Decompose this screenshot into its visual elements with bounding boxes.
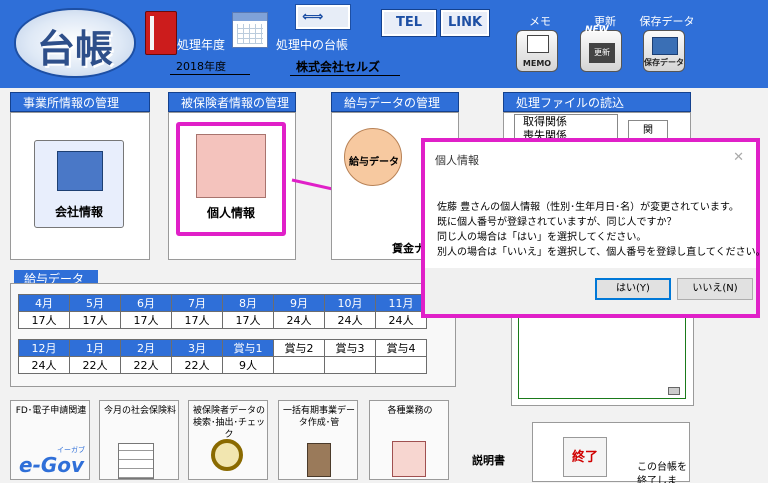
month-cell[interactable]: 2月 <box>120 339 172 357</box>
dialog-message-line: 既に個人番号が登録されていますが、同じ人ですか？ <box>437 217 677 228</box>
memo-label: メモ <box>529 15 551 28</box>
fiscal-year-value: 2018年度 <box>170 58 250 75</box>
switch-ledger-icon[interactable]: ⇐⇒ <box>295 4 351 30</box>
magnifier-icon <box>211 439 243 471</box>
month-cell[interactable]: 賞与3 <box>324 339 376 357</box>
current-ledger-value: 株式会社セルズ <box>290 58 400 76</box>
update-icon[interactable]: NEW 更新 <box>580 25 622 72</box>
count-cell <box>375 356 427 374</box>
tel-button[interactable]: TEL <box>381 9 437 37</box>
save-data-icon[interactable]: 保存データ <box>643 30 685 72</box>
month-cell[interactable]: 7月 <box>171 294 223 312</box>
month-cell[interactable]: 9月 <box>273 294 325 312</box>
current-ledger-label: 処理中の台帳 <box>276 38 349 52</box>
search-extract-check-button[interactable]: 被保険者データの検索･抽出･チェック <box>188 400 268 480</box>
count-cell: 17人 <box>69 311 121 329</box>
count-cell: 17人 <box>222 311 274 329</box>
app-logo: 台帳 <box>14 8 136 78</box>
tools-icon <box>307 443 331 477</box>
month-cell[interactable]: 4月 <box>18 294 70 312</box>
exit-button[interactable]: 終了 <box>563 437 607 477</box>
salary-table-row2: 12月 1月 2月 3月 賞与1 賞与2 賞与3 賞与4 24人 22人 22人… <box>18 339 427 374</box>
count-cell: 17人 <box>120 311 172 329</box>
yes-button[interactable]: はい(Y) <box>595 278 671 300</box>
month-cell[interactable]: 5月 <box>69 294 121 312</box>
payroll-section-title: 給与データの管理 <box>331 92 459 112</box>
various-tasks-button[interactable]: 各種業務の <box>369 400 449 480</box>
manual-label[interactable]: 説明書 <box>472 452 505 468</box>
calendar-icon[interactable] <box>232 12 268 48</box>
office-section-title: 事業所情報の管理 <box>10 92 150 112</box>
month-cell[interactable]: 11月 <box>375 294 427 312</box>
save-data-label: 保存データ <box>639 15 695 28</box>
insured-section-title: 被保険者情報の管理 <box>168 92 296 112</box>
close-icon[interactable]: ✕ <box>733 150 744 165</box>
people-icon <box>196 134 266 198</box>
count-cell: 24人 <box>18 356 70 374</box>
month-cell[interactable]: 1月 <box>69 339 121 357</box>
count-cell <box>324 356 376 374</box>
count-cell: 24人 <box>273 311 325 329</box>
count-cell: 17人 <box>171 311 223 329</box>
count-cell: 9人 <box>222 356 274 374</box>
no-button[interactable]: いいえ(N) <box>677 278 753 300</box>
count-cell: 22人 <box>69 356 121 374</box>
list-item[interactable]: 取得関係 <box>515 115 617 129</box>
grid-icon <box>118 443 154 479</box>
count-cell: 17人 <box>18 311 70 329</box>
count-cell: 24人 <box>324 311 376 329</box>
dialog-title: 個人情報 <box>435 154 479 167</box>
files-section-title: 処理ファイルの読込 <box>503 92 691 112</box>
dialog-message-line: 別人の場合は「いいえ」を選択して、個人番号を登録し直してください。 <box>437 247 766 258</box>
payroll-data-button[interactable]: 給与データ <box>344 128 402 186</box>
monthly-insurance-button[interactable]: 今月の社会保険料 <box>99 400 179 480</box>
month-cell[interactable]: 12月 <box>18 339 70 357</box>
month-cell[interactable]: 賞与1 <box>222 339 274 357</box>
building-icon <box>57 151 103 191</box>
bulk-project-button[interactable]: 一括有期事業データ作成･管 <box>278 400 358 480</box>
dialog-message-line: 佐藤 豊さんの個人情報（性別･生年月日･名）が変更されています。 <box>437 202 739 213</box>
exit-panel: 終了 この台帳を終了しま <box>532 422 690 483</box>
dialog-message-line: 同じ人の場合は「はい」を選択してください。 <box>437 232 647 243</box>
month-cell[interactable]: 3月 <box>171 339 223 357</box>
count-cell: 22人 <box>120 356 172 374</box>
company-info-button[interactable]: 会社情報 <box>34 140 124 228</box>
memo-icon[interactable]: MEMO <box>516 30 558 72</box>
month-cell[interactable]: 賞与4 <box>375 339 427 357</box>
egov-logo: e-Gov <box>19 453 85 477</box>
exit-description: この台帳を終了しま <box>637 462 687 483</box>
fiscal-year-label: 処理年度 <box>177 38 226 52</box>
eraser-icon[interactable] <box>668 387 680 395</box>
month-cell[interactable]: 賞与2 <box>273 339 325 357</box>
count-cell: 22人 <box>171 356 223 374</box>
notes-area[interactable] <box>518 305 686 399</box>
month-cell[interactable]: 6月 <box>120 294 172 312</box>
files-action-button[interactable]: 関 <box>628 120 668 140</box>
count-cell: 24人 <box>375 311 427 329</box>
personal-info-button[interactable]: 個人情報 <box>176 122 286 236</box>
link-button[interactable]: LINK <box>440 9 490 37</box>
ledger-book-icon <box>145 11 177 55</box>
fd-e-filing-button[interactable]: FD･電子申請関連 e-Gov イーガブ <box>10 400 90 480</box>
month-cell[interactable]: 10月 <box>324 294 376 312</box>
documents-icon <box>392 441 426 477</box>
dialog-footer: はい(Y) いいえ(N) <box>425 268 756 314</box>
personal-info-dialog: 個人情報 ✕ 佐藤 豊さんの個人情報（性別･生年月日･名）が変更されています。 … <box>421 138 766 318</box>
count-cell <box>273 356 325 374</box>
salary-table-row1: 4月 5月 6月 7月 8月 9月 10月 11月 17人 17人 17人 17… <box>18 294 427 329</box>
month-cell[interactable]: 8月 <box>222 294 274 312</box>
